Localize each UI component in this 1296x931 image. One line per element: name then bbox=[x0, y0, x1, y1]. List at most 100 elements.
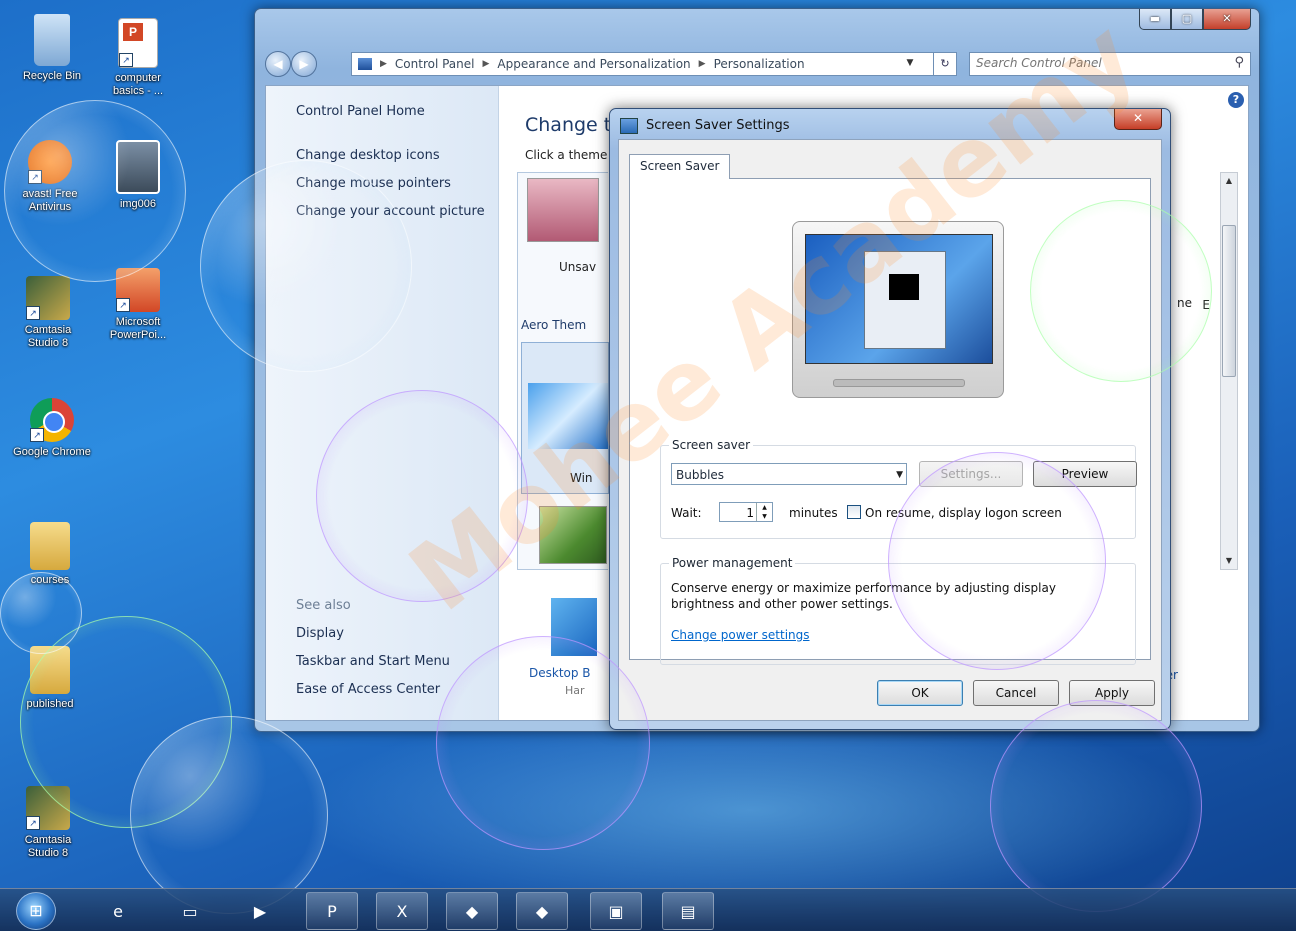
chrome-icon: ↗ bbox=[30, 398, 74, 442]
desktop-icon-img006[interactable]: img006 bbox=[98, 140, 178, 211]
unsaved-theme-label: Unsav bbox=[559, 260, 597, 274]
avast-icon: ↗ bbox=[28, 140, 72, 184]
camtasia-studio-icon[interactable]: ◆ bbox=[516, 892, 568, 930]
breadcrumb-personalization[interactable]: Personalization bbox=[714, 57, 805, 71]
apply-button[interactable]: Apply bbox=[1069, 680, 1155, 706]
screen-saver-icon bbox=[620, 118, 638, 134]
screen-saver-icon[interactable]: ▤ bbox=[662, 892, 714, 930]
wait-minutes-value: 1 bbox=[746, 506, 754, 520]
ease-of-access-link[interactable]: Ease of Access Center bbox=[296, 682, 440, 697]
change-desktop-icons-link[interactable]: Change desktop icons bbox=[296, 148, 440, 163]
desktop-background-icon[interactable] bbox=[551, 598, 597, 656]
search-icon[interactable]: ⚲ bbox=[1234, 55, 1244, 70]
search-input[interactable] bbox=[970, 53, 1222, 73]
desktop-icon-powerpoint[interactable]: ↗ Microsoft PowerPoi... bbox=[98, 268, 178, 342]
stepper-arrows-icon[interactable]: ▲ ▼ bbox=[756, 503, 772, 521]
desktop-icon-camtasia-1[interactable]: ↗ Camtasia Studio 8 bbox=[8, 276, 88, 350]
wait-minutes-stepper[interactable]: 1 ▲ ▼ bbox=[719, 502, 773, 522]
aero-themes-heading: Aero Them bbox=[521, 318, 587, 332]
desktop-icon-recycle-bin[interactable]: Recycle Bin bbox=[12, 14, 92, 83]
screen-saver-label: Screen saver bbox=[669, 438, 754, 452]
address-dropdown-icon[interactable]: ▼ bbox=[900, 53, 920, 73]
windows-theme-thumbnail bbox=[528, 383, 608, 449]
wait-label: Wait: bbox=[671, 506, 702, 520]
taskbar-start-menu-link[interactable]: Taskbar and Start Menu bbox=[296, 654, 450, 669]
nature-theme-thumbnail[interactable] bbox=[539, 506, 607, 564]
taskbar: ⊞ e ▭ ▶ P X ◆ ◆ ▣ ▤ bbox=[0, 888, 1296, 931]
breadcrumb-control-panel[interactable]: Control Panel bbox=[395, 57, 475, 71]
windows-theme-label: Win bbox=[570, 471, 593, 485]
display-link[interactable]: Display bbox=[296, 626, 344, 641]
wait-row: Wait: 1 ▲ ▼ minutes On resume, display lo… bbox=[671, 502, 1062, 522]
desktop-icon-courses[interactable]: courses bbox=[10, 522, 90, 587]
forward-button[interactable]: ▶ bbox=[291, 51, 317, 77]
windows-explorer-icon[interactable]: ▭ bbox=[164, 892, 216, 930]
theme-label-right-2: E bbox=[1202, 298, 1210, 312]
breadcrumb-chevron-icon: ▶ bbox=[482, 59, 490, 69]
breadcrumb-appearance[interactable]: Appearance and Personalization bbox=[497, 57, 690, 71]
desktop-icon-label: published bbox=[26, 698, 74, 710]
start-button[interactable]: ⊞ bbox=[16, 892, 56, 930]
folder-icon bbox=[30, 522, 70, 570]
power-description: Conserve energy or maximize performance … bbox=[671, 581, 1056, 611]
close-button[interactable]: ✕ bbox=[1203, 9, 1251, 30]
camtasia-recorder-icon[interactable]: ◆ bbox=[446, 892, 498, 930]
dialog-close-button[interactable]: ✕ bbox=[1114, 109, 1162, 130]
shortcut-arrow-icon: ↗ bbox=[26, 816, 40, 830]
dialog-body: Screen Saver Screen saver Bubbles ▼ Sett… bbox=[618, 139, 1162, 721]
back-button[interactable]: ◀ bbox=[265, 51, 291, 77]
media-player-icon[interactable]: ▶ bbox=[234, 892, 286, 930]
control-panel-icon[interactable]: ▣ bbox=[590, 892, 642, 930]
desktop-glow bbox=[300, 700, 1200, 920]
settings-button[interactable]: Settings... bbox=[919, 461, 1023, 487]
desktop-icon-camtasia-2[interactable]: ↗ Camtasia Studio 8 bbox=[8, 786, 88, 860]
shortcut-arrow-icon: ↗ bbox=[116, 298, 130, 312]
preview-black-box bbox=[889, 274, 919, 300]
desktop-icon-chrome[interactable]: ↗ Google Chrome bbox=[12, 398, 92, 459]
desktop-icon-label: Microsoft PowerPoi... bbox=[109, 316, 167, 341]
preview-button[interactable]: Preview bbox=[1033, 461, 1137, 487]
camtasia-icon: ↗ bbox=[26, 276, 70, 320]
scroll-down-icon[interactable]: ▼ bbox=[1221, 553, 1237, 569]
change-mouse-pointers-link[interactable]: Change mouse pointers bbox=[296, 176, 451, 191]
desktop-icon-label: Camtasia Studio 8 bbox=[24, 324, 72, 349]
excel-icon[interactable]: X bbox=[376, 892, 428, 930]
screen-saver-tab-panel: Screen saver Bubbles ▼ Settings... Previ… bbox=[629, 178, 1151, 665]
screen-saver-group: Screen saver Bubbles ▼ Settings... Previ… bbox=[660, 438, 1137, 539]
scroll-thumb[interactable] bbox=[1222, 225, 1236, 377]
change-account-picture-link[interactable]: Change your account picture bbox=[296, 204, 485, 219]
desktop-icon-computer-basics[interactable]: ↗ P computer basics - ... bbox=[98, 18, 178, 98]
desktop-icon-published[interactable]: published bbox=[10, 646, 90, 711]
desktop-icon-label: Recycle Bin bbox=[22, 70, 82, 82]
control-panel-home-link[interactable]: Control Panel Home bbox=[296, 104, 425, 119]
desktop-background-sublabel: Har bbox=[565, 684, 585, 697]
ok-button[interactable]: OK bbox=[877, 680, 963, 706]
refresh-button[interactable]: ↻ bbox=[933, 52, 957, 76]
left-pane: Control Panel Home Change desktop icons … bbox=[266, 86, 499, 720]
desktop-icon-label: avast! Free Antivirus bbox=[22, 188, 78, 213]
minimize-button[interactable]: ▬ bbox=[1139, 9, 1171, 30]
screen-saver-select[interactable]: Bubbles ▼ bbox=[671, 463, 907, 485]
desktop-icon-avast[interactable]: ↗ avast! Free Antivirus bbox=[10, 140, 90, 214]
unsaved-theme-thumbnail[interactable] bbox=[527, 178, 599, 242]
scroll-up-icon[interactable]: ▲ bbox=[1221, 173, 1237, 189]
search-box[interactable]: ⚲ bbox=[969, 52, 1251, 76]
tab-screen-saver[interactable]: Screen Saver bbox=[629, 154, 731, 179]
see-also-heading: See also bbox=[296, 598, 351, 613]
change-power-settings-link[interactable]: Change power settings bbox=[671, 628, 810, 642]
resume-logon-checkbox[interactable] bbox=[847, 505, 861, 519]
address-bar[interactable]: ▶ Control Panel ▶ Appearance and Persona… bbox=[351, 52, 953, 76]
internet-explorer-icon[interactable]: e bbox=[92, 892, 144, 930]
power-management-group: Power management Conserve energy or maxi… bbox=[660, 556, 1136, 665]
cancel-button[interactable]: Cancel bbox=[973, 680, 1059, 706]
shortcut-arrow-icon: ↗ bbox=[119, 53, 133, 67]
maximize-button[interactable]: ▢ bbox=[1171, 9, 1203, 30]
windows-theme-item[interactable]: Win bbox=[521, 342, 609, 494]
theme-list-scrollbar[interactable]: ▲ ▼ bbox=[1220, 172, 1238, 570]
desktop-icon-label: computer basics - ... bbox=[112, 72, 164, 97]
page-subtitle: Click a theme bbox=[525, 148, 608, 162]
theme-label-right: ne bbox=[1177, 296, 1192, 310]
powerpoint-icon[interactable]: P bbox=[306, 892, 358, 930]
desktop-background-link[interactable]: Desktop B bbox=[529, 666, 591, 680]
resume-logon-label[interactable]: On resume, display logon screen bbox=[865, 506, 1062, 520]
